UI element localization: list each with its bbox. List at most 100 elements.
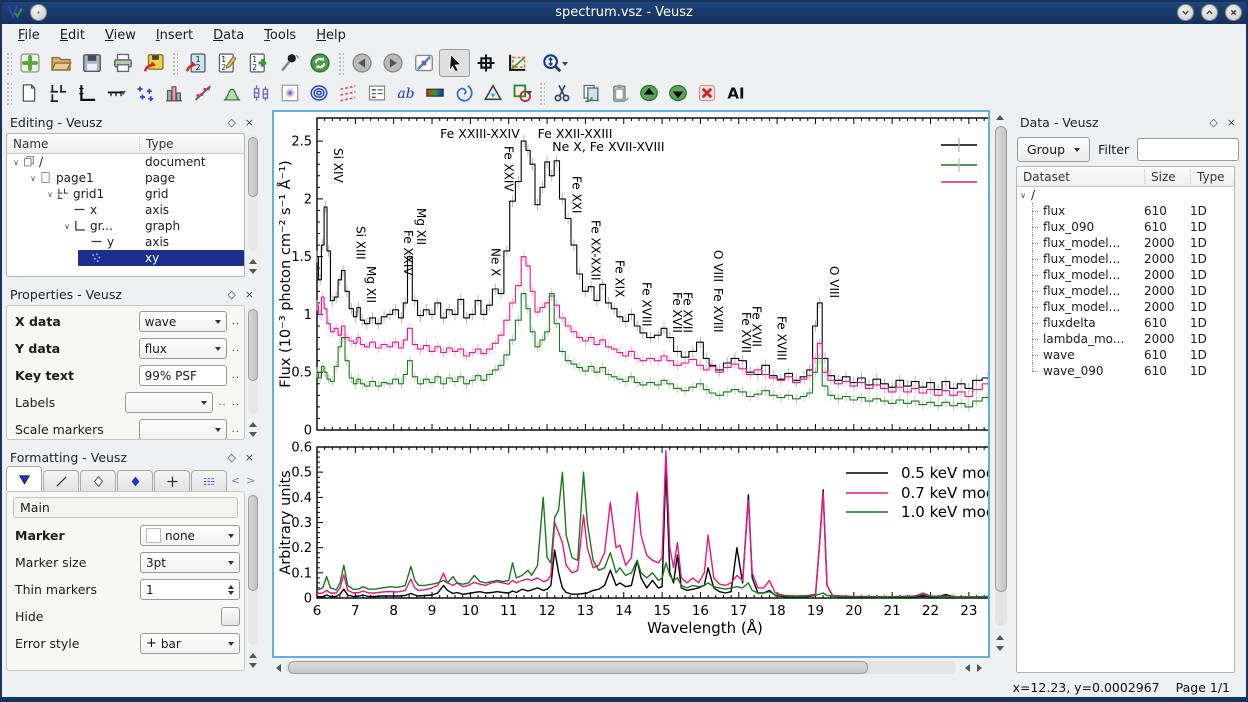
import-data-button[interactable]: 12: [180, 49, 211, 77]
key-text-input[interactable]: 99% PSF: [139, 365, 227, 386]
add-function-button[interactable]: [217, 80, 246, 106]
tab-scroll-right-icon[interactable]: >: [246, 474, 255, 487]
expander-icon[interactable]: ∨: [10, 158, 22, 167]
column-header-type[interactable]: Type: [139, 137, 244, 151]
add-fit-button[interactable]: [188, 80, 217, 106]
tab-marker-border[interactable]: [80, 470, 116, 491]
menu-insert[interactable]: Insert: [146, 25, 203, 46]
dataset-row-flux_model[interactable]: flux_model...20001D: [1017, 235, 1234, 251]
menu-data[interactable]: Data: [203, 25, 254, 46]
properties-scrollbar[interactable]: [246, 305, 259, 440]
add-bar-button[interactable]: [159, 80, 188, 106]
add-vectorfield-button[interactable]: [333, 80, 362, 106]
group-button[interactable]: Group: [1017, 137, 1090, 162]
expander-icon[interactable]: ∨: [61, 222, 73, 231]
float-panel-icon[interactable]: ◇: [227, 117, 235, 128]
move-down-widget-button[interactable]: [663, 80, 692, 106]
tree-row-gr...[interactable]: ∨gr...graph: [7, 218, 244, 234]
cut-widget-button[interactable]: [547, 80, 576, 106]
add-image-button[interactable]: [275, 80, 304, 106]
maximize-icon[interactable]: [1201, 4, 1218, 21]
add-contour-button[interactable]: [304, 80, 333, 106]
plot-page[interactable]: 00.511.522.5Flux (10⁻³ photon cm⁻² s⁻¹ Å…: [272, 110, 990, 658]
add-label-button[interactable]: ab: [391, 80, 420, 106]
add-page-button[interactable]: [14, 80, 43, 106]
close-icon[interactable]: [1225, 4, 1242, 21]
more-options-button[interactable]: ..: [232, 424, 240, 435]
delete-widget-button[interactable]: [692, 80, 721, 106]
error-style-select[interactable]: +bar: [140, 633, 240, 654]
formatting-scrollbar[interactable]: [246, 491, 259, 671]
tab-plot-line[interactable]: [43, 470, 79, 491]
open-document-button[interactable]: [45, 49, 76, 77]
capture-data-button[interactable]: [273, 49, 304, 77]
tree-row-xy[interactable]: xy: [7, 250, 244, 266]
read-data-points-button[interactable]: [470, 49, 501, 77]
tab-marker-fill[interactable]: [117, 470, 153, 491]
menu-view[interactable]: View: [95, 25, 146, 46]
tree-row-/[interactable]: ∨/document: [7, 154, 244, 170]
zoom-menu-button[interactable]: [532, 49, 572, 77]
add-axis-button[interactable]: [101, 80, 130, 106]
close-panel-icon[interactable]: ×: [245, 452, 254, 463]
column-header-dataset[interactable]: Dataset: [1017, 170, 1144, 184]
create-data-button[interactable]: 12: [242, 49, 273, 77]
next-page-button[interactable]: [377, 49, 408, 77]
add-ternary-button[interactable]: [478, 80, 507, 106]
column-header-size[interactable]: Size: [1144, 170, 1190, 184]
tab-main[interactable]: [6, 466, 42, 491]
plot-vertical-scrollbar[interactable]: [993, 110, 1008, 658]
dataset-row-wave_090[interactable]: wave_0906101D: [1017, 363, 1234, 379]
zoom-graph-axes-button[interactable]: [501, 49, 532, 77]
thin-markers-stepper[interactable]: 1: [140, 579, 240, 600]
paste-widget-button[interactable]: [605, 80, 634, 106]
editing-scrollbar[interactable]: [246, 133, 259, 277]
column-header-type[interactable]: Type: [1190, 170, 1234, 184]
menu-tools[interactable]: Tools: [254, 25, 306, 46]
menu-file[interactable]: File: [8, 25, 50, 46]
expander-icon[interactable]: ∨: [27, 174, 39, 183]
copy-widget-button[interactable]: [576, 80, 605, 106]
select-items-button[interactable]: [439, 49, 470, 77]
more-options-button[interactable]: ..: [232, 370, 240, 381]
close-panel-icon[interactable]: ×: [1227, 117, 1236, 128]
close-panel-icon[interactable]: ×: [245, 289, 254, 300]
float-panel-icon[interactable]: ◇: [227, 452, 235, 463]
edit-data-button[interactable]: 12: [211, 49, 242, 77]
tree-row-page1[interactable]: ∨page1page: [7, 170, 244, 186]
move-up-widget-button[interactable]: [634, 80, 663, 106]
window-menu-button[interactable]: [30, 4, 47, 21]
scale-markers-select[interactable]: [139, 419, 227, 440]
more-options-button[interactable]: ..: [232, 397, 240, 408]
previous-page-button[interactable]: [346, 49, 377, 77]
rename-widget-button[interactable]: AI: [721, 80, 750, 106]
tree-row-y[interactable]: yaxis: [7, 234, 244, 250]
add-colorbar-button[interactable]: [420, 80, 449, 106]
labels-select[interactable]: [125, 392, 213, 413]
dataset-row-flux_090[interactable]: flux_0906101D: [1017, 219, 1234, 235]
menu-edit[interactable]: Edit: [50, 25, 95, 46]
dataset-root-row[interactable]: ∨/: [1017, 187, 1234, 203]
dataset-row-flux_model[interactable]: flux_model...20001D: [1017, 283, 1234, 299]
add-shape-button[interactable]: [507, 80, 536, 106]
add-graph-button[interactable]: [72, 80, 101, 106]
add-grid-button[interactable]: [43, 80, 72, 106]
plot-horizontal-scrollbar[interactable]: [272, 660, 990, 675]
dataset-row-flux_model[interactable]: flux_model...20001D: [1017, 299, 1234, 315]
fullscreen-graph-button[interactable]: [408, 49, 439, 77]
marker-select[interactable]: none: [140, 525, 240, 546]
float-panel-icon[interactable]: ◇: [227, 289, 235, 300]
add-key-button[interactable]: [362, 80, 391, 106]
dataset-row-flux[interactable]: flux6101D: [1017, 203, 1234, 219]
tree-row-grid1[interactable]: ∨grid1grid: [7, 186, 244, 202]
tab-fill-below[interactable]: [191, 470, 227, 491]
reload-data-button[interactable]: [304, 49, 335, 77]
expander-icon[interactable]: ∨: [1017, 191, 1029, 200]
tab-error-bar[interactable]: [154, 470, 190, 491]
y-data-select[interactable]: flux: [139, 338, 227, 359]
marker-size-select[interactable]: 3pt: [140, 552, 240, 573]
new-document-button[interactable]: [14, 49, 45, 77]
save-document-button[interactable]: [76, 49, 107, 77]
tab-scroll-left-icon[interactable]: <: [231, 474, 240, 487]
title-bar[interactable]: spectrum.vsz - Veusz: [0, 0, 1248, 24]
